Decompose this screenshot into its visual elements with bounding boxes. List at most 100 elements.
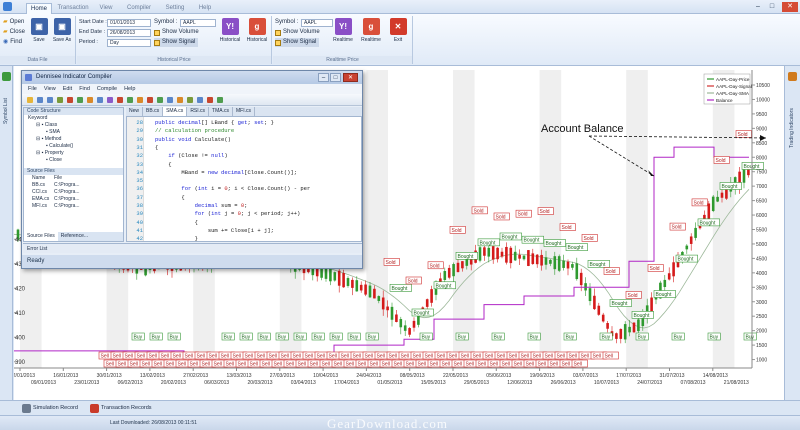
find-button[interactable]: ◉ Find	[3, 38, 22, 47]
realtime-label-1: Realtime	[333, 37, 353, 43]
toolbar-icon[interactable]	[187, 97, 193, 103]
tree-method-label: Method	[44, 136, 62, 142]
balance-tick-label: 8500	[756, 141, 767, 147]
exit-button[interactable]: ✕ Exit	[386, 18, 410, 54]
tab-references[interactable]: Reference...	[58, 232, 91, 241]
sell-signal-label: Sell	[370, 362, 378, 368]
sell-signal-label: Sell	[118, 362, 126, 368]
close-file-button[interactable]: ▰ Close	[3, 28, 25, 37]
tab-help[interactable]: Help	[194, 3, 216, 14]
toolbar-icon[interactable]	[107, 97, 113, 103]
tab-view[interactable]: View	[94, 3, 118, 14]
save-button[interactable]: ▣ Save	[27, 18, 51, 54]
candle-body	[452, 264, 455, 277]
hist-show-signal[interactable]: Show Signal	[154, 38, 199, 47]
toolbar-icon[interactable]	[147, 97, 153, 103]
editor-tab-tma[interactable]: TMA.cs	[209, 107, 233, 116]
editor-tab-rsi[interactable]: RSI.cs	[187, 107, 210, 116]
week-band	[453, 70, 475, 368]
tree-item-calculate[interactable]: ▪ Calculate()	[24, 143, 123, 150]
tab-compiler[interactable]: Compiler	[122, 3, 156, 14]
tree-item-close[interactable]: ▪ Close	[24, 157, 123, 164]
toolbar-icon[interactable]	[197, 97, 203, 103]
toolbar-icon[interactable]	[97, 97, 103, 103]
rt-show-signal[interactable]: Show Signal	[275, 38, 320, 47]
toolbar-icon[interactable]	[207, 97, 213, 103]
source-file-row[interactable]: BB.cs C:\Progra...	[24, 182, 123, 189]
source-file-row[interactable]: CCI.cs C:\Progra...	[24, 189, 123, 196]
start-date-field[interactable]: 01/01/2013	[107, 18, 151, 27]
source-file-row[interactable]: EMA.cs C:\Progra...	[24, 196, 123, 203]
compiler-window[interactable]: Dennisee Indicator Compiler – □ ✕ File V…	[21, 70, 363, 269]
menu-view[interactable]: View	[44, 84, 56, 94]
tree-item-property[interactable]: ⊟ ▪ Property	[24, 150, 123, 157]
rt-symbol-field[interactable]: AAPL	[301, 18, 333, 27]
trading-indicators-strip[interactable]: Trading Indicators	[784, 66, 800, 400]
candle-body	[628, 326, 631, 333]
symbol-list-strip[interactable]: Symbol List	[0, 66, 13, 400]
compiler-maximize-button[interactable]: □	[330, 73, 341, 82]
tree-item-sma[interactable]: ▪ SMA	[24, 129, 123, 136]
toolbar-icon[interactable]	[87, 97, 93, 103]
toolbar-icon[interactable]	[57, 97, 63, 103]
period-select[interactable]: Day	[107, 38, 151, 47]
toolbar-icon[interactable]	[177, 97, 183, 103]
sell-signal-label: Sell	[562, 362, 570, 368]
historical-button-2[interactable]: g Historical	[245, 18, 269, 54]
hist-symbol-field[interactable]: AAPL	[180, 18, 216, 27]
sell-signal-label: Sell	[257, 354, 265, 360]
menu-compile[interactable]: Compile	[97, 84, 117, 94]
toolbar-icon[interactable]	[77, 97, 83, 103]
buy-signal-label: Buy	[494, 335, 503, 341]
editor-tab-sma[interactable]: SMA.cs	[163, 107, 188, 116]
toolbar-icon[interactable]	[157, 97, 163, 103]
menu-edit[interactable]: Edit	[63, 84, 72, 94]
line-number: 42	[136, 235, 143, 242]
toolbar-icon[interactable]	[167, 97, 173, 103]
editor-tab-bb[interactable]: BB.cs	[143, 107, 164, 116]
tab-setting[interactable]: Setting	[160, 3, 190, 14]
open-button[interactable]: ▰ Open	[3, 18, 24, 27]
menu-find[interactable]: Find	[79, 84, 90, 94]
tab-transaction[interactable]: Transaction	[56, 3, 90, 14]
tab-home[interactable]: Home	[26, 3, 52, 14]
toolbar-icon[interactable]	[137, 97, 143, 103]
source-file-row[interactable]: MFI.cs C:\Progra...	[24, 203, 123, 210]
maximize-button[interactable]: □	[766, 2, 778, 12]
simulation-record-tab[interactable]: Simulation Record	[20, 403, 78, 414]
rt-show-volume[interactable]: Show Volume	[275, 28, 320, 37]
editor-tab-new[interactable]: New	[126, 107, 144, 116]
sell-signal-label: Sell	[233, 354, 241, 360]
menu-help[interactable]: Help	[124, 84, 135, 94]
line-number: 29	[136, 127, 143, 135]
tree-item-method[interactable]: ⊟ ▪ Method	[24, 136, 123, 143]
toolbar-icon[interactable]	[67, 97, 73, 103]
tab-source-files[interactable]: Source Files	[24, 232, 58, 241]
toolbar-icon[interactable]	[37, 97, 43, 103]
balance-tick-label: 7500	[756, 170, 767, 176]
candle-body	[412, 320, 416, 328]
error-list-tab[interactable]: Error List	[23, 243, 362, 253]
sell-signal-label: Sell	[485, 354, 493, 360]
save-as-button[interactable]: ▣ Save As	[50, 18, 74, 54]
compiler-title-bar[interactable]: Dennisee Indicator Compiler – □ ✕	[22, 71, 362, 84]
realtime-button-1[interactable]: Y! Realtime	[331, 18, 355, 54]
toolbar-icon[interactable]	[117, 97, 123, 103]
menu-file[interactable]: File	[28, 84, 37, 94]
editor-tab-mfi[interactable]: MFI.cs	[233, 107, 255, 116]
toolbar-icon[interactable]	[127, 97, 133, 103]
toolbar-icon[interactable]	[47, 97, 53, 103]
end-date-field[interactable]: 26/08/2013	[107, 28, 151, 37]
compiler-minimize-button[interactable]: –	[318, 73, 329, 82]
historical-button-1[interactable]: Y! Historical	[218, 18, 242, 54]
minimize-button[interactable]: –	[752, 2, 764, 12]
compiler-close-button[interactable]: ✕	[343, 73, 358, 82]
transaction-records-tab[interactable]: Transaction Records	[88, 403, 152, 414]
hist-show-volume[interactable]: Show Volume	[154, 28, 199, 37]
code-editor[interactable]: 28 29 30 31 32 33 34 35 36 37 38 39 40 41 42 public de…	[126, 116, 362, 242]
toolbar-icon[interactable]	[27, 97, 33, 103]
realtime-button-2[interactable]: g Realtime	[359, 18, 383, 54]
tree-item-class[interactable]: ⊟ ▪ Class	[24, 122, 123, 129]
close-button[interactable]: ✕	[782, 2, 798, 12]
toolbar-icon[interactable]	[217, 97, 223, 103]
